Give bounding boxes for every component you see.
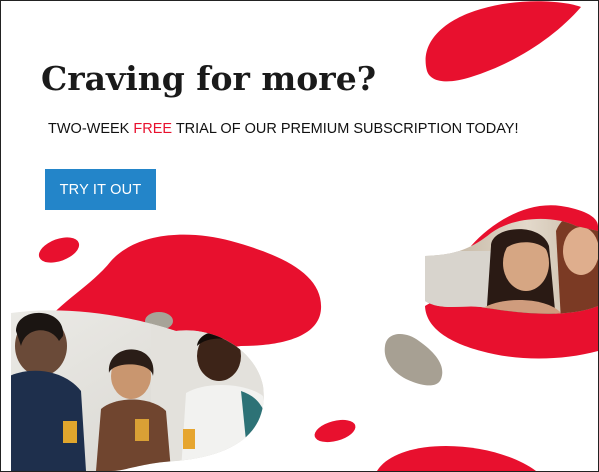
page-title: Craving for more? [41,59,377,98]
promo-subtitle-suffix: TRIAL OF OUR PREMIUM SUBSCRIPTION TODAY! [172,121,519,137]
try-it-out-button[interactable]: TRY IT OUT [45,169,156,210]
promo-banner: Craving for more? TWO-WEEK FREE TRIAL OF… [0,0,599,472]
grey-blob-right [384,334,443,386]
promo-subtitle-prefix: TWO-WEEK [48,121,134,137]
red-blob-small-bottom [314,419,356,443]
red-blob-bottom-right [377,446,536,471]
promo-subtitle: TWO-WEEK FREE TRIAL OF OUR PREMIUM SUBSC… [48,120,519,138]
red-blob-top-right [425,1,581,82]
red-blob-small-left [38,237,80,263]
free-highlight: FREE [133,121,173,137]
